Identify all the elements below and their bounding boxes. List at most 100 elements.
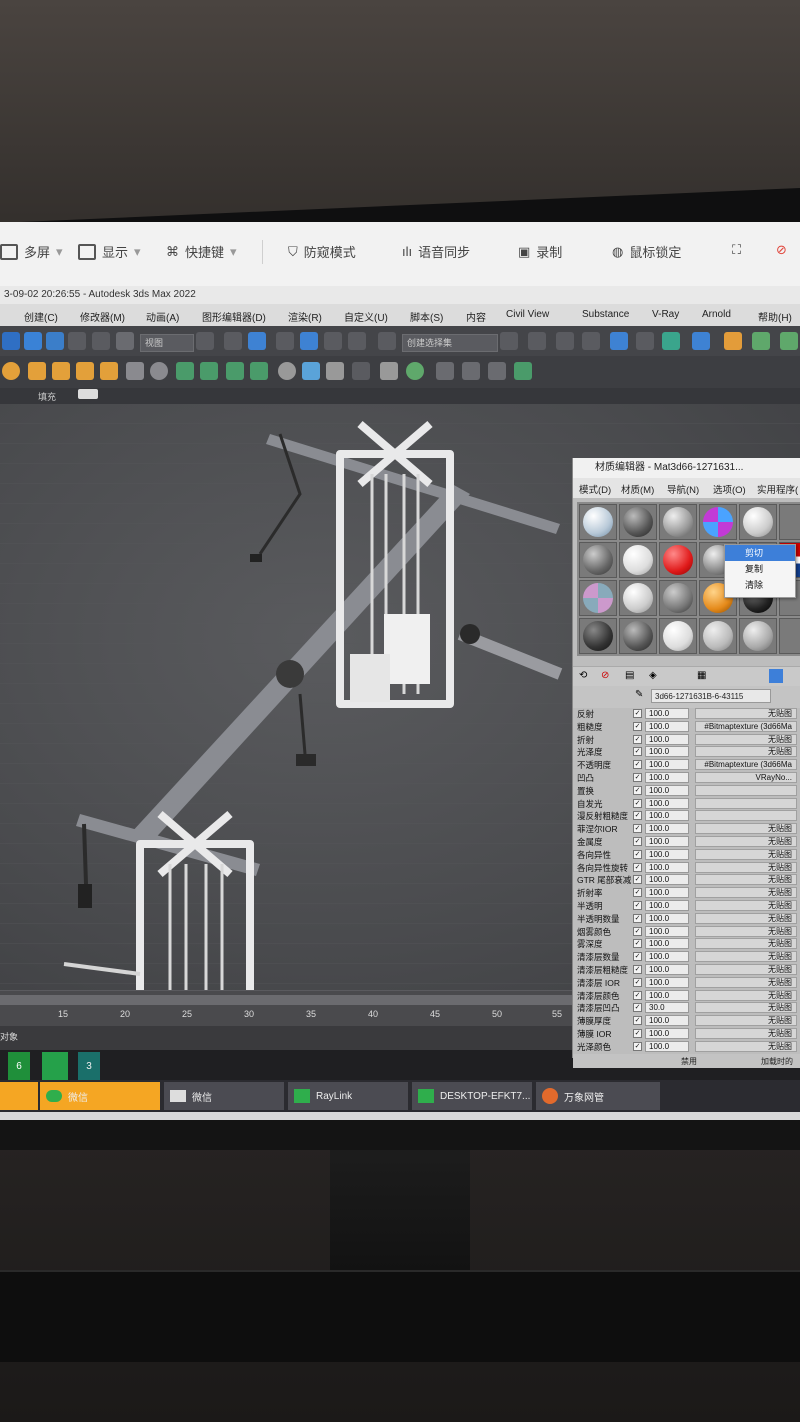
param-value[interactable]: 100.0 (645, 938, 689, 950)
param-value[interactable]: 100.0 (645, 810, 689, 822)
param-map-button[interactable]: 无贴图 (695, 836, 797, 847)
assign-icon[interactable]: ◈ (649, 670, 657, 681)
taskbar-badge-3[interactable]: 3 (78, 1052, 100, 1080)
vray-fur-icon[interactable] (200, 362, 218, 380)
material-name-field[interactable]: 3d66-1271631B-6-43115 (651, 689, 771, 703)
param-value[interactable]: 100.0 (645, 887, 689, 899)
param-map-button[interactable]: 无贴图 (695, 1002, 797, 1014)
context-copy[interactable]: 复制 (725, 561, 795, 577)
disable-label[interactable]: 禁用 (681, 1056, 697, 1067)
param-checkbox[interactable]: ✓ (633, 1041, 642, 1051)
param-value[interactable]: 100.0 (645, 989, 689, 1001)
sample-slot[interactable] (739, 504, 777, 540)
shortcut-button[interactable]: ⌘ 快捷键 ▾ (166, 242, 237, 261)
desktop-session-task[interactable]: DESKTOP-EFKT7... (412, 1082, 532, 1110)
vray-proxy-icon[interactable] (126, 362, 144, 380)
menu-arnold[interactable]: Arnold (702, 309, 731, 320)
material-editor-icon[interactable] (662, 332, 680, 350)
param-value[interactable]: 100.0 (645, 1040, 689, 1052)
param-value[interactable]: 100.0 (645, 708, 689, 719)
param-map-button[interactable]: 无贴图 (695, 964, 797, 975)
time-slider-track[interactable] (0, 995, 580, 1005)
menu-customize[interactable]: 自定义(U) (344, 309, 388, 324)
align-icon[interactable] (528, 332, 546, 350)
param-map-button[interactable] (695, 784, 797, 796)
menu-substance[interactable]: Substance (582, 309, 629, 320)
sample-slot[interactable] (619, 580, 657, 616)
vray-plane-icon[interactable] (176, 362, 194, 380)
param-map-button[interactable]: 无贴图 (695, 900, 797, 911)
vray-camera-icon[interactable] (436, 362, 454, 380)
param-value[interactable]: 100.0 (645, 976, 689, 988)
put-to-library-icon[interactable]: ▤ (625, 670, 634, 681)
sample-slot[interactable] (659, 504, 697, 540)
param-map-button[interactable]: #Bitmaptexture (3d66Ma (695, 759, 797, 771)
param-checkbox[interactable]: ✓ (633, 1016, 642, 1026)
wanxiang-task[interactable]: 万象网管 (536, 1082, 660, 1110)
scale-icon[interactable] (92, 332, 110, 350)
display-button[interactable]: 显示 ▾ (78, 242, 141, 261)
vray-denoise-icon[interactable] (488, 362, 506, 380)
param-checkbox[interactable]: ✓ (633, 901, 642, 910)
toggle-ribbon-icon[interactable] (582, 332, 600, 350)
param-value[interactable]: 100.0 (645, 900, 689, 911)
place-icon[interactable] (116, 332, 134, 350)
vray-ball-icon[interactable] (326, 362, 344, 380)
param-map-button[interactable]: 无贴图 (695, 733, 797, 745)
record-button[interactable]: ▣ 录制 (518, 242, 562, 261)
rotate-icon[interactable] (68, 332, 86, 350)
param-checkbox[interactable]: ✓ (633, 773, 642, 782)
param-value[interactable]: 100.0 (645, 964, 689, 975)
ribbon-fill-label[interactable]: 填充 (38, 390, 56, 403)
spinner-snap-icon[interactable] (348, 332, 366, 350)
param-value[interactable]: 100.0 (645, 1015, 689, 1027)
vray-sun-icon[interactable] (28, 362, 46, 380)
param-checkbox[interactable]: ✓ (633, 798, 642, 808)
sample-slot[interactable] (579, 618, 617, 654)
param-checkbox[interactable]: ✓ (633, 837, 642, 846)
pick-material-icon[interactable]: ✎ (635, 689, 643, 700)
param-checkbox[interactable]: ✓ (633, 1029, 642, 1038)
edit-named-selection-icon[interactable] (378, 332, 396, 350)
render-teapot-icon[interactable] (780, 332, 798, 350)
sample-slot[interactable] (579, 542, 617, 578)
privacy-mode-button[interactable]: ⛉ 防窥模式 (288, 242, 356, 261)
param-value[interactable]: 100.0 (645, 951, 689, 963)
vray-render-icon[interactable] (514, 362, 532, 380)
param-map-button[interactable]: 无贴图 (695, 887, 797, 899)
param-map-button[interactable] (695, 797, 797, 809)
param-map-button[interactable]: 无贴图 (695, 823, 797, 835)
param-value[interactable]: 100.0 (645, 823, 689, 835)
param-value[interactable]: 100.0 (645, 797, 689, 809)
render-setup-icon[interactable] (692, 332, 710, 350)
angle-snap-icon[interactable] (300, 332, 318, 350)
sample-slot[interactable] (619, 618, 657, 654)
select-icon[interactable] (2, 332, 20, 350)
menu-modifiers[interactable]: 修改器(M) (80, 309, 125, 324)
param-checkbox[interactable]: ✓ (633, 862, 642, 872)
param-checkbox[interactable]: ✓ (633, 926, 642, 936)
param-map-button[interactable]: 无贴图 (695, 861, 797, 873)
view-dropdown[interactable]: 视图 (140, 334, 194, 352)
vray-mesh-icon[interactable] (226, 362, 244, 380)
fullscreen-button[interactable]: ⛶ (732, 242, 741, 258)
param-map-button[interactable]: 无贴图 (695, 976, 797, 988)
mated-menu-navigation[interactable]: 导航(N) (667, 482, 699, 496)
vray-material-icon[interactable] (278, 362, 296, 380)
render-icon[interactable] (752, 332, 770, 350)
vray-swatch-icon[interactable] (380, 362, 398, 380)
param-checkbox[interactable]: ✓ (633, 977, 642, 987)
param-value[interactable]: 100.0 (645, 784, 689, 796)
sample-slot[interactable] (659, 618, 697, 654)
param-checkbox[interactable]: ✓ (633, 811, 642, 821)
curve-editor-icon[interactable] (610, 332, 628, 350)
show-in-viewport-icon[interactable] (769, 669, 783, 683)
vray-ambient-icon[interactable] (76, 362, 94, 380)
wechat-window-task[interactable]: 微信 (164, 1082, 284, 1110)
wechat-task[interactable]: 微信 (40, 1082, 160, 1110)
param-map-button[interactable]: VRayNo... (695, 772, 797, 783)
param-checkbox[interactable]: ✓ (633, 760, 642, 770)
vray-framebuffer-icon[interactable] (352, 362, 370, 380)
context-cut[interactable]: 剪切 (725, 545, 795, 561)
sample-slot[interactable] (659, 580, 697, 616)
